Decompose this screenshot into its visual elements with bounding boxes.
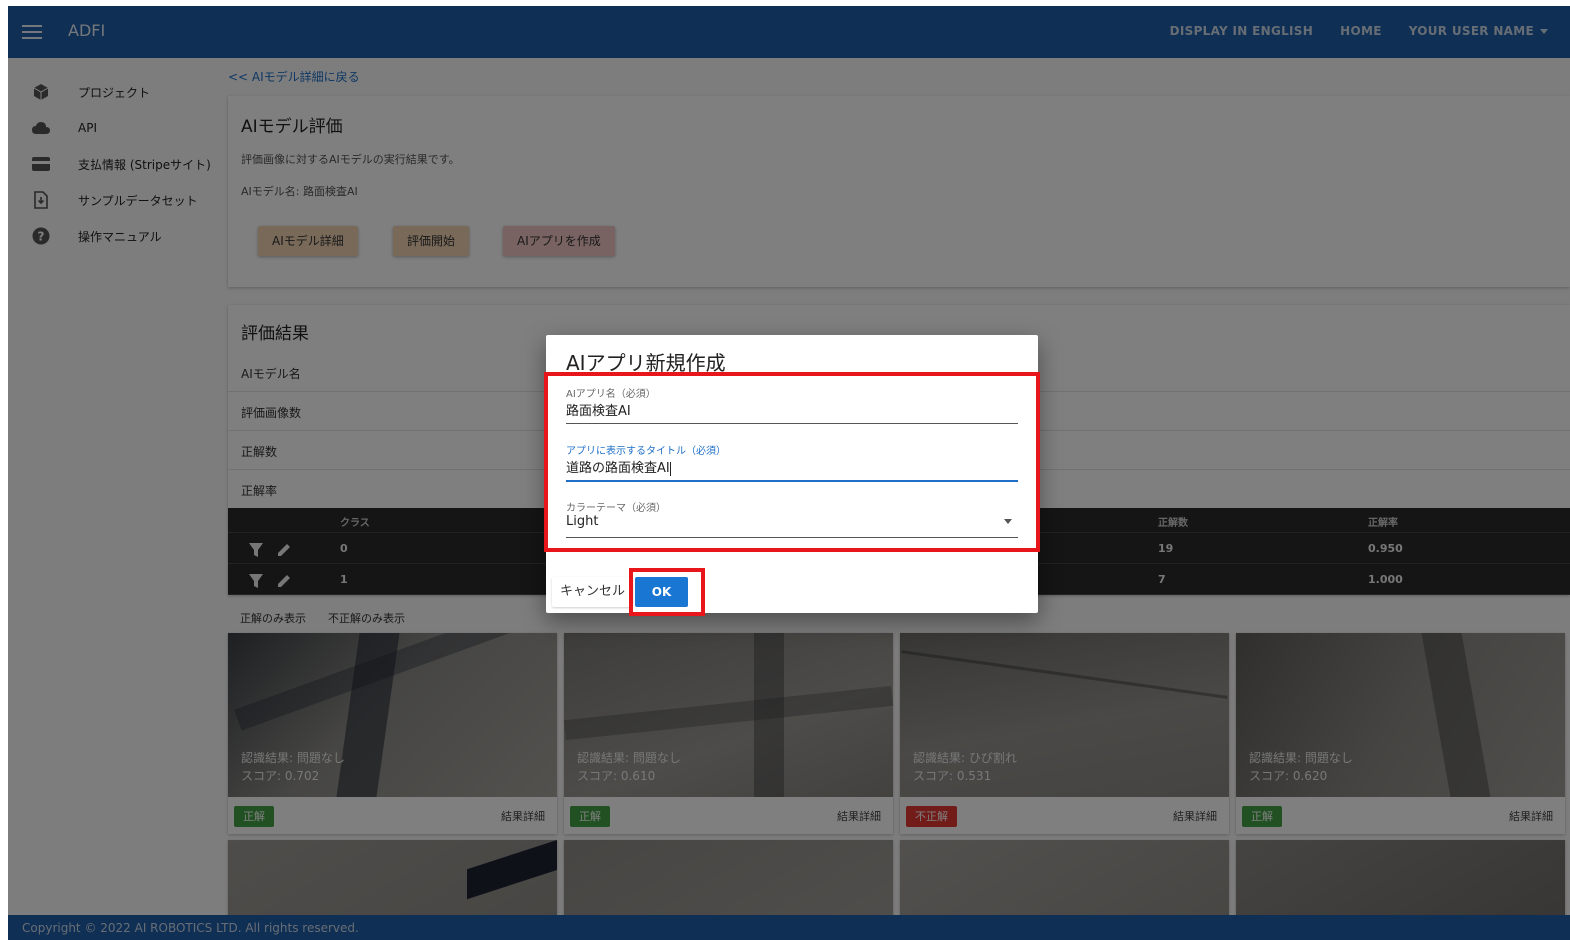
cancel-button[interactable]: キャンセル (552, 577, 633, 607)
highlight-box-fields (544, 372, 1040, 552)
highlight-box-ok (629, 568, 705, 616)
create-ai-app-dialog: AIアプリ新規作成 AIアプリ名（必須） 路面検査AI アプリに表示するタイトル… (544, 335, 1040, 616)
